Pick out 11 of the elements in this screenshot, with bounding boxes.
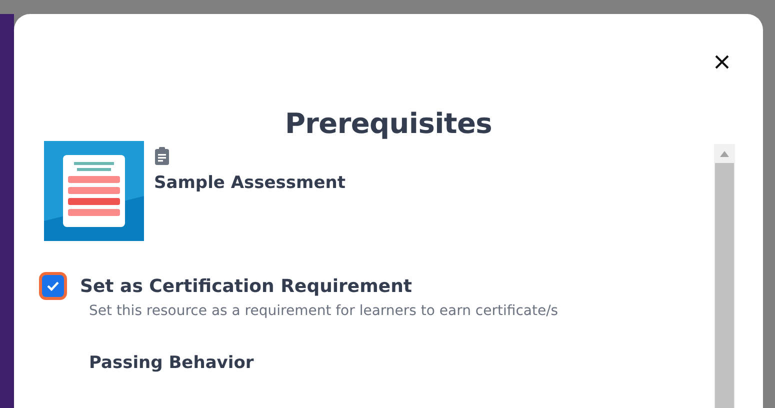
- section-heading: Passing Behavior: [89, 353, 255, 373]
- clipboard-icon: [154, 147, 170, 165]
- document-thumbnail-icon: [44, 141, 144, 241]
- description-text: Set this resource as a requirement for learners to earn certificate/s: [89, 303, 560, 319]
- close-icon: [715, 55, 729, 69]
- check-icon: [47, 281, 59, 291]
- resource-title: Sample Assessment: [154, 173, 346, 193]
- dialog-title: Prerequisites: [284, 106, 494, 142]
- checkbox-label: Set as Certification Requirement: [80, 276, 412, 296]
- scrollbar[interactable]: [714, 144, 735, 408]
- checkbox[interactable]: [42, 275, 64, 297]
